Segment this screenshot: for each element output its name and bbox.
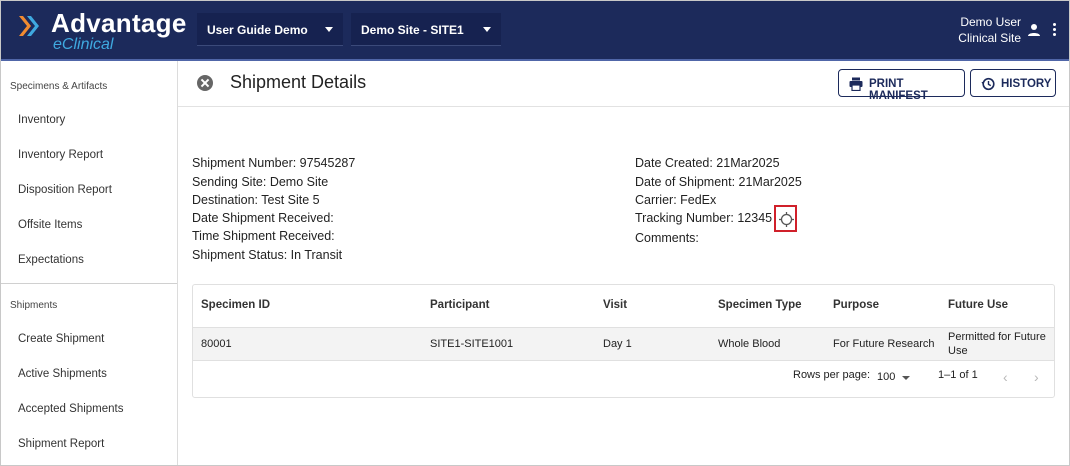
detail-destination: Destination: Test Site 5 bbox=[192, 193, 320, 207]
detail-carrier: Carrier: FedEx bbox=[635, 193, 717, 207]
user-info: Demo User Clinical Site bbox=[958, 14, 1021, 46]
column-header-visit[interactable]: Visit bbox=[603, 299, 627, 311]
chevron-down-icon bbox=[902, 376, 910, 380]
study-select[interactable]: User Guide Demo bbox=[197, 13, 343, 46]
specimen-table: Specimen ID Participant Visit Specimen T… bbox=[192, 284, 1055, 398]
column-header-participant[interactable]: Participant bbox=[430, 299, 489, 311]
cell-future-use: Permitted for Future Use bbox=[948, 331, 1046, 357]
detail-time-received: Time Shipment Received: bbox=[192, 229, 335, 243]
detail-shipment-status: Shipment Status: In Transit bbox=[192, 248, 343, 262]
rows-per-page-value: 100 bbox=[877, 371, 896, 383]
logo-chevron-icon bbox=[19, 16, 39, 36]
detail-date-received: Date Shipment Received: bbox=[192, 211, 334, 225]
sidebar-item-shipment-report[interactable]: Shipment Report bbox=[18, 438, 104, 450]
user-role: Clinical Site bbox=[958, 31, 1021, 45]
study-select-value: User Guide Demo bbox=[207, 23, 308, 37]
history-icon bbox=[981, 77, 995, 91]
chevron-down-icon bbox=[483, 27, 491, 32]
sidebar-item-accepted-shipments[interactable]: Accepted Shipments bbox=[18, 403, 123, 415]
cell-visit: Day 1 bbox=[603, 338, 632, 350]
cell-specimen-id: 80001 bbox=[201, 338, 232, 350]
more-vert-icon[interactable] bbox=[1053, 23, 1057, 37]
site-select-value: Demo Site - SITE1 bbox=[361, 23, 464, 37]
sidebar-item-offsite-items[interactable]: Offsite Items bbox=[18, 219, 82, 231]
sidebar-item-expectations[interactable]: Expectations bbox=[18, 254, 84, 266]
logo-title: Advantage bbox=[51, 8, 187, 38]
cell-specimen-type: Whole Blood bbox=[718, 338, 781, 350]
track-shipment-highlight[interactable] bbox=[774, 205, 797, 232]
crosshair-track-icon bbox=[779, 212, 794, 227]
app-window: Advantage eClinical User Guide Demo Demo… bbox=[0, 0, 1070, 466]
sidebar: Specimens & Artifacts Inventory Inventor… bbox=[1, 61, 178, 465]
rows-per-page-label: Rows per page: bbox=[793, 369, 871, 381]
column-header-specimen-id[interactable]: Specimen ID bbox=[201, 299, 270, 311]
print-icon bbox=[849, 77, 863, 91]
column-header-specimen-type[interactable]: Specimen Type bbox=[718, 299, 802, 311]
sidebar-item-active-shipments[interactable]: Active Shipments bbox=[18, 368, 107, 380]
sidebar-item-create-shipment[interactable]: Create Shipment bbox=[18, 333, 104, 345]
column-header-future-use[interactable]: Future Use bbox=[948, 299, 1008, 311]
chevron-left-icon[interactable]: ‹ bbox=[1003, 369, 1008, 385]
close-icon[interactable] bbox=[197, 75, 213, 91]
detail-date-created: Date Created: 21Mar2025 bbox=[635, 156, 780, 170]
person-icon[interactable] bbox=[1027, 23, 1041, 37]
cell-participant: SITE1-SITE1001 bbox=[430, 338, 514, 350]
detail-sending-site: Sending Site: Demo Site bbox=[192, 175, 329, 189]
column-header-purpose[interactable]: Purpose bbox=[833, 299, 879, 311]
history-label: HISTORY bbox=[1001, 78, 1052, 90]
site-select[interactable]: Demo Site - SITE1 bbox=[351, 13, 501, 46]
page-title: Shipment Details bbox=[230, 72, 367, 92]
detail-shipment-number: Shipment Number: 97545287 bbox=[192, 156, 356, 170]
history-button[interactable]: HISTORY bbox=[970, 69, 1056, 97]
sidebar-divider bbox=[1, 283, 177, 284]
sidebar-item-inventory[interactable]: Inventory bbox=[18, 114, 65, 126]
logo[interactable]: Advantage eClinical bbox=[17, 7, 192, 55]
cell-purpose: For Future Research bbox=[833, 338, 935, 350]
sidebar-section-shipments: Shipments bbox=[10, 300, 58, 311]
chevron-right-icon[interactable]: › bbox=[1034, 369, 1039, 385]
user-name: Demo User bbox=[960, 15, 1021, 29]
table-row[interactable]: 80001 SITE1-SITE1001 Day 1 Whole Blood F… bbox=[193, 327, 1054, 361]
sidebar-item-inventory-report[interactable]: Inventory Report bbox=[18, 149, 103, 161]
sidebar-section-specimens: Specimens & Artifacts bbox=[10, 81, 108, 92]
logo-subtitle: eClinical bbox=[53, 36, 114, 53]
rows-per-page-select[interactable]: 100 bbox=[877, 369, 913, 385]
detail-tracking-number: Tracking Number: 12345 bbox=[635, 211, 773, 225]
print-manifest-label: PRINT MANIFEST bbox=[869, 78, 928, 102]
top-bar: Advantage eClinical User Guide Demo Demo… bbox=[1, 1, 1069, 59]
sidebar-item-disposition-report[interactable]: Disposition Report bbox=[18, 184, 112, 196]
detail-date-of-shipment: Date of Shipment: 21Mar2025 bbox=[635, 175, 802, 189]
print-manifest-button[interactable]: PRINT MANIFEST bbox=[838, 69, 965, 102]
page-header: Shipment Details PRINT MANIFEST HISTORY bbox=[178, 61, 1069, 107]
chevron-down-icon bbox=[325, 27, 333, 32]
pagination-range: 1–1 of 1 bbox=[938, 369, 978, 381]
detail-comments: Comments: bbox=[635, 231, 699, 245]
